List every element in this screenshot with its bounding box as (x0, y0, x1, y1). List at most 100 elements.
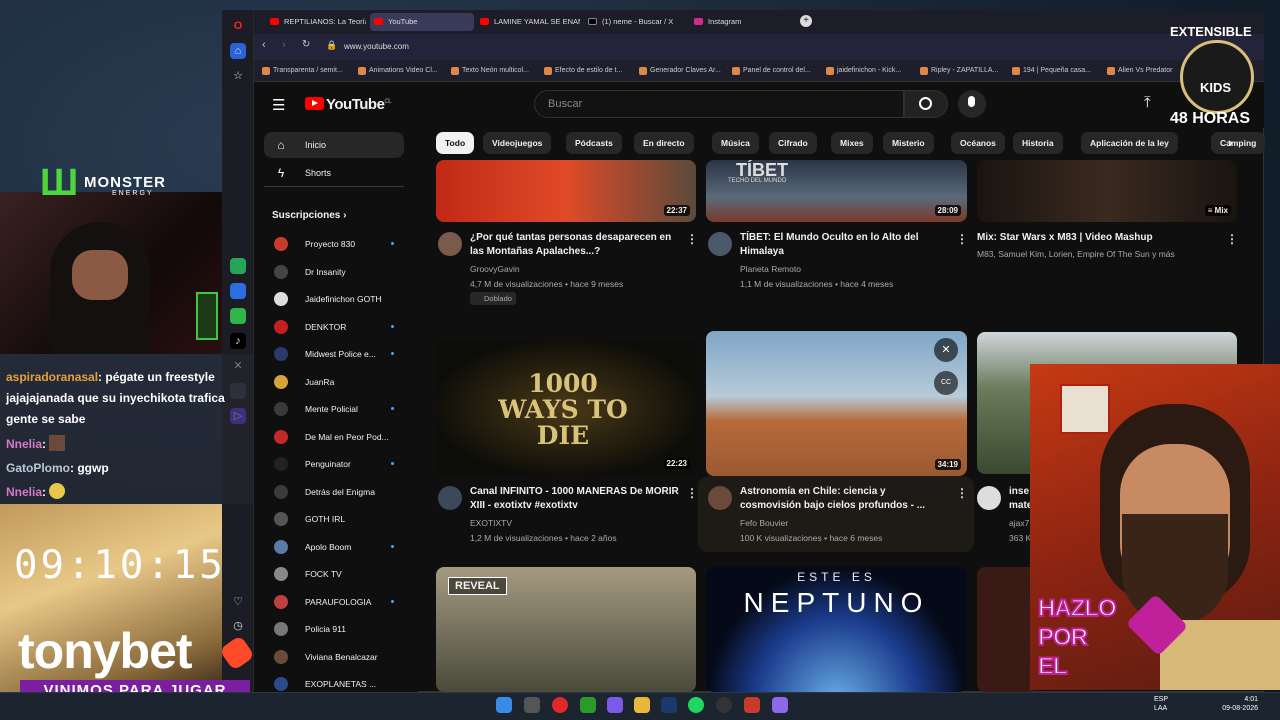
chip-videojuegos[interactable]: Videojuegos (483, 132, 552, 154)
chat-app-icon[interactable] (230, 258, 246, 274)
sidebar-item-inicio[interactable]: ⌂ Inicio (264, 132, 404, 158)
channel-avatar[interactable] (977, 486, 1001, 510)
folder-icon[interactable] (634, 697, 650, 713)
language-indicator[interactable]: ESP LAA (1154, 695, 1168, 713)
subscriptions-heading[interactable]: Suscripciones › (272, 210, 346, 221)
sidebar-subscription-item[interactable]: Viviana Benalcazar (264, 646, 404, 668)
sidebar-subscription-item[interactable]: DENKTOR (264, 316, 404, 338)
chip-cifrado[interactable]: Cifrado (769, 132, 817, 154)
sidebar-subscription-item[interactable]: GOTH IRL (264, 508, 404, 530)
more-options-icon[interactable]: ⋮ (1226, 232, 1238, 246)
bookmark-item[interactable]: Texto Neón multicol... (451, 64, 529, 78)
chip-mixes[interactable]: Mixes (831, 132, 873, 154)
tab-reptilianos[interactable]: REPTILIANOS: La Teoría C (266, 13, 366, 31)
video-title[interactable]: TÍBET: El Mundo Oculto en lo Alto del Hi… (740, 231, 940, 259)
more-options-icon[interactable]: ⋮ (686, 232, 698, 246)
sidebar-subscription-item[interactable]: Mente Policial (264, 398, 404, 420)
sidebar-subscription-item[interactable]: Detrás del Enigma (264, 481, 404, 503)
sidebar-subscription-item[interactable]: Apolo Boom (264, 536, 404, 558)
search-button[interactable] (904, 90, 948, 118)
chip-camping[interactable]: Camping (1211, 132, 1266, 154)
bookmark-item[interactable]: jaidefinichon - Kick... (826, 64, 901, 78)
bookmark-item[interactable]: Animations Video Cl... (358, 64, 438, 78)
bookmark-item[interactable]: Panel de control del... (732, 64, 811, 78)
sidebar-subscription-item[interactable]: Midwest Police e... (264, 343, 404, 365)
new-tab-button[interactable]: + (800, 15, 812, 27)
sidebar-item-shorts[interactable]: ϟ Shorts (264, 160, 404, 186)
channel-avatar[interactable] (708, 486, 732, 510)
chip-todo[interactable]: Todo (436, 132, 475, 154)
obs-icon[interactable] (716, 697, 732, 713)
channel-name[interactable]: EXOTIXTV (470, 516, 512, 530)
search-input[interactable]: Buscar (534, 90, 904, 118)
captions-icon[interactable]: CC (934, 371, 958, 395)
channel-name[interactable]: Planeta Remoto (740, 262, 801, 276)
video-thumbnail[interactable] (977, 567, 1037, 692)
url-field[interactable]: www.youtube.com (338, 38, 978, 56)
sidebar-subscription-item[interactable]: Policia 911 (264, 618, 404, 640)
start-icon[interactable] (496, 697, 512, 713)
chip-océanos[interactable]: Océanos (951, 132, 1005, 154)
video-thumbnail[interactable]: 22:37 (436, 160, 696, 222)
opera-icon[interactable] (552, 697, 568, 713)
tiktok-icon[interactable]: ♪ (230, 333, 246, 349)
more-options-icon[interactable]: ⋮ (956, 486, 968, 500)
chip-aplicación-de-la-ley[interactable]: Aplicación de la ley (1081, 132, 1178, 154)
messenger-icon[interactable] (230, 283, 246, 299)
more-options-icon[interactable]: ⋮ (686, 486, 698, 500)
sidebar-subscription-item[interactable]: Penguinator (264, 453, 404, 475)
whatsapp-icon[interactable] (230, 308, 246, 324)
tab-instagram[interactable]: Instagram (690, 13, 794, 31)
video-title[interactable]: Astronomía en Chile: ciencia y cosmovisi… (740, 485, 940, 513)
chevron-right-icon[interactable]: › (1228, 134, 1233, 150)
opera-logo-icon[interactable]: O (230, 18, 246, 34)
back-icon[interactable]: ‹ (262, 39, 266, 51)
task-view-icon[interactable] (524, 697, 540, 713)
xbox-icon[interactable] (580, 697, 596, 713)
voice-search-button[interactable] (958, 90, 986, 118)
video-thumbnail[interactable]: REVEAL (436, 567, 696, 692)
tray-clock[interactable]: 4:01 09-08-2026 (1208, 695, 1258, 713)
tab-lamine-yamal[interactable]: LAMINE YAMAL SE ENAM (476, 13, 580, 31)
sidebar-subscription-item[interactable]: JuanRa (264, 371, 404, 393)
bookmark-item[interactable]: 194 | Pequeña casa... (1012, 64, 1091, 78)
bookmark-item[interactable]: Alien Vs Predator (1107, 64, 1172, 78)
steam-icon[interactable] (661, 697, 677, 713)
video-title[interactable]: Mix: Star Wars x M83 | Video Mashup (977, 231, 1217, 245)
sidebar-subscription-item[interactable]: FOCK TV (264, 563, 404, 585)
video-title[interactable]: ¿Por qué tantas personas desaparecen en … (470, 231, 680, 259)
chip-misterio[interactable]: Misterio (883, 132, 934, 154)
bookmark-item[interactable]: Ripley - ZAPATILLA... (920, 64, 998, 78)
clock-icon[interactable]: ◷ (230, 618, 246, 634)
chip-en-directo[interactable]: En directo (634, 132, 694, 154)
app-icon[interactable] (744, 697, 760, 713)
tab-youtube[interactable]: YouTube (370, 13, 474, 31)
app-icon[interactable] (772, 697, 788, 713)
channel-avatar[interactable] (708, 232, 732, 256)
video-thumbnail[interactable]: ≡ Mix (977, 160, 1237, 222)
menu-icon[interactable]: ☰ (272, 96, 285, 114)
mute-icon[interactable]: ✕ (934, 338, 958, 362)
bookmark-item[interactable]: Efecto de estilo de t... (544, 64, 622, 78)
video-thumbnail[interactable]: ESTE ES NEPTUNO (706, 567, 967, 692)
bookmark-item[interactable]: Transparenta / semit... (262, 64, 343, 78)
channel-name[interactable]: M83, Samuel Kim, Lorien, Empire Of The S… (977, 247, 1175, 261)
video-thumbnail[interactable]: 1000 WAYS TO DIE 22:23 (436, 341, 696, 475)
forward-icon[interactable]: › (282, 39, 286, 51)
star-icon[interactable]: ☆ (230, 68, 246, 84)
bookmark-item[interactable]: Generador Claves Ar... (639, 64, 721, 78)
chip-pódcasts[interactable]: Pódcasts (566, 132, 622, 154)
channel-name[interactable]: GroovyGavin (470, 262, 520, 276)
sidebar-subscription-item[interactable]: De Mal en Peor Pod... (264, 426, 404, 448)
home-icon[interactable]: ⌂ (230, 43, 246, 59)
heart-icon[interactable]: ♡ (230, 594, 246, 610)
channel-avatar[interactable] (438, 486, 462, 510)
video-title[interactable]: Canal INFINITO - 1000 MANERAS De MORIR X… (470, 485, 680, 513)
more-options-icon[interactable]: ⋮ (956, 232, 968, 246)
sidebar-subscription-item[interactable]: PARAUFOLOGIA (264, 591, 404, 613)
channel-avatar[interactable] (438, 232, 462, 256)
reload-icon[interactable]: ↻ (302, 39, 310, 50)
chip-música[interactable]: Música (712, 132, 759, 154)
spotify-icon[interactable] (688, 697, 704, 713)
discord-icon[interactable] (607, 697, 623, 713)
